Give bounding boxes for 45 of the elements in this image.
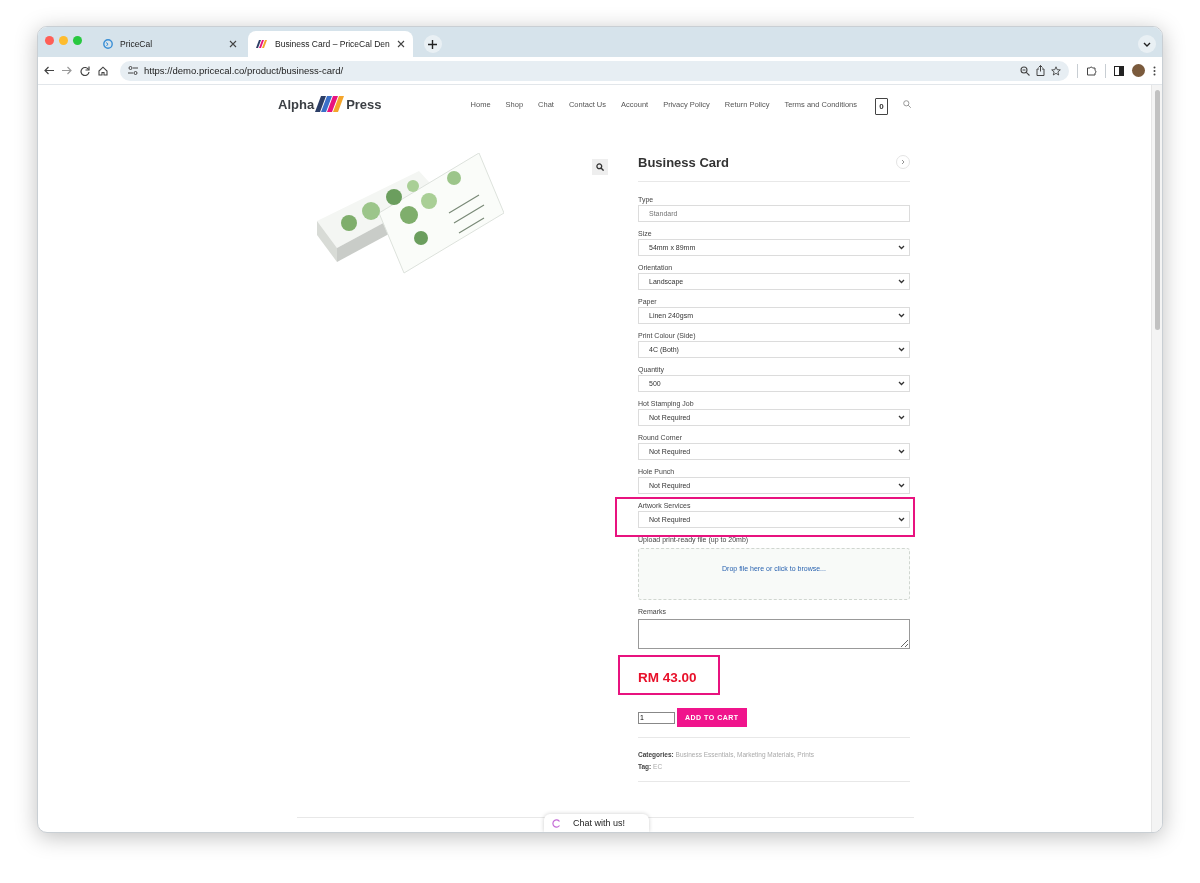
tab-title: Business Card – PriceCal Den xyxy=(275,39,390,49)
chevron-down-icon xyxy=(898,313,905,318)
tab-list-button[interactable] xyxy=(1138,35,1156,53)
chevron-down-icon xyxy=(898,449,905,454)
back-arrow-icon[interactable] xyxy=(44,66,54,75)
star-icon[interactable] xyxy=(1051,65,1061,76)
plus-icon xyxy=(428,39,438,49)
browser-tab[interactable]: PriceCal xyxy=(95,31,245,57)
browser-tab[interactable]: Business Card – PriceCal Den xyxy=(248,31,413,57)
search-icon xyxy=(596,163,604,171)
site-settings-icon[interactable] xyxy=(128,66,138,75)
tab-title: PriceCal xyxy=(120,39,154,49)
zoom-button[interactable] xyxy=(592,159,608,175)
profile-avatar[interactable] xyxy=(1132,64,1145,77)
new-tab-button[interactable] xyxy=(423,35,442,53)
chevron-down-icon xyxy=(898,245,905,250)
url-text: https://demo.pricecal.co/product/business-card/ xyxy=(144,65,345,76)
chevron-right-icon xyxy=(901,159,905,165)
address-bar[interactable]: https://demo.pricecal.co/product/business-card/ xyxy=(120,60,1069,81)
chevron-down-icon xyxy=(898,483,905,488)
cart-button[interactable]: 0 xyxy=(875,97,888,115)
stripes-logo-icon xyxy=(256,40,268,48)
chevron-down-icon xyxy=(898,517,905,522)
home-icon[interactable] xyxy=(98,65,108,76)
chevron-down-icon xyxy=(898,381,905,386)
search-icon[interactable] xyxy=(903,100,911,108)
product-title: Business Card xyxy=(638,154,730,170)
more-menu-icon[interactable] xyxy=(1153,65,1156,76)
forward-arrow-icon[interactable] xyxy=(62,66,72,75)
reload-icon[interactable] xyxy=(80,65,90,76)
zoom-icon[interactable] xyxy=(1020,65,1030,76)
chevron-down-icon xyxy=(898,279,905,284)
share-icon[interactable] xyxy=(1036,65,1045,76)
site-logo[interactable]: Alpha Press xyxy=(278,94,382,114)
price: RM 43.00 xyxy=(638,670,697,685)
chat-button[interactable]: Chat with us! xyxy=(544,814,649,832)
chevron-down-icon xyxy=(898,415,905,420)
stripes-logo-icon xyxy=(315,94,346,114)
remarks-field[interactable] xyxy=(638,619,910,649)
chevron-down-icon xyxy=(1143,41,1151,47)
close-icon[interactable] xyxy=(229,40,237,48)
close-icon[interactable] xyxy=(396,40,405,48)
chevron-down-icon xyxy=(898,347,905,352)
side-panel-icon[interactable] xyxy=(1114,65,1124,76)
scrollbar[interactable] xyxy=(1151,85,1162,832)
